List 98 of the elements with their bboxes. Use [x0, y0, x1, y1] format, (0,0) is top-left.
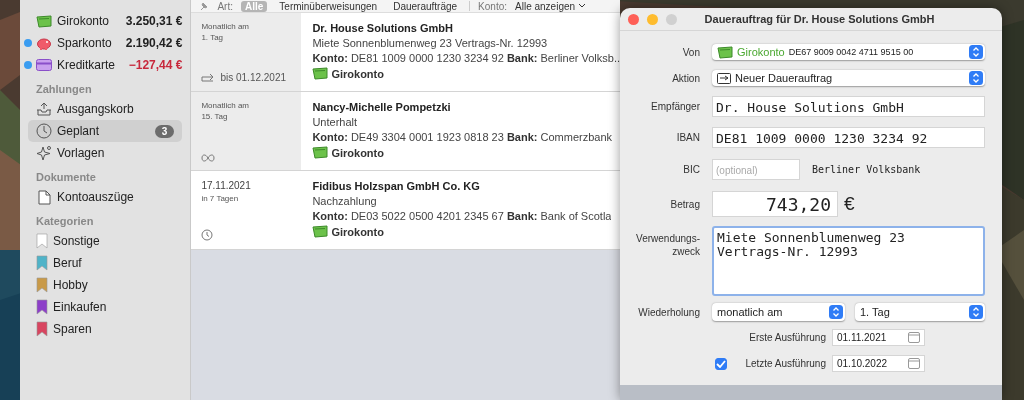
- filter-label: Art:: [217, 0, 233, 12]
- payment-row[interactable]: Monatlich am 1. Tag bis 01.12.2021 Dr. House Solutions GmbH Miete Sonnenblumenweg 23 Vertrags-Nr. 12993 Konto: DE81 1009 0000 1230 3234 92 Bank: Berliner Volksb.. Girokonto: [191, 13, 620, 92]
- account-popup[interactable]: Girokonto DE67 9009 0042 4711 9515 00: [712, 44, 985, 60]
- purpose-text: Unterhalt: [312, 116, 359, 128]
- schedule-text: Monatlich am: [201, 100, 250, 111]
- schedule-text: 17.11.2021: [201, 179, 252, 193]
- field-label: Wiederholung: [637, 306, 700, 318]
- field-label: Erste Ausführung: [749, 332, 826, 343]
- section-heading: Zahlungen: [36, 82, 93, 97]
- filter-option[interactable]: Daueraufträge: [389, 0, 462, 12]
- sidebar-account[interactable]: Sparkonto 2.190,42 €: [20, 32, 183, 54]
- stepper-icon: [969, 45, 983, 59]
- infinity-icon: [201, 154, 216, 162]
- sidebar-account[interactable]: Kreditkarte −127,44 €: [20, 54, 183, 76]
- sidebar-account[interactable]: Girokonto 3.250,31 €: [20, 10, 183, 32]
- date-field[interactable]: 01.11.2021: [832, 329, 925, 346]
- account-details: Konto: DE49 3304 0001 1923 0818 23 Bank: Commerzbank: [312, 131, 613, 143]
- field-label: IBAN: [675, 132, 700, 143]
- account-details: Konto: DE81 1009 0000 1230 3234 92 Bank: Berliner Volksb..: [312, 52, 620, 64]
- sidebar-item[interactable]: Ausgangskorb: [28, 98, 183, 120]
- account-name: Sparkonto: [57, 36, 113, 50]
- account-balance: 2.190,42 €: [125, 36, 183, 50]
- field-label: Aktion: [671, 72, 700, 84]
- stepper-icon: [969, 71, 983, 85]
- sidebar-item[interactable]: Beruf: [28, 252, 183, 274]
- account-name: Girokonto: [331, 225, 384, 238]
- minimize-button[interactable]: [647, 13, 658, 25]
- account-name: Girokonto: [331, 67, 384, 80]
- text-field[interactable]: DE81 1009 0000 1230 3234 92: [712, 127, 985, 148]
- sidebar-item[interactable]: Geplant 3: [28, 120, 183, 142]
- interval-popup[interactable]: monatlich am: [712, 303, 845, 321]
- account-balance: −127,44 €: [128, 58, 183, 72]
- pin-icon: [199, 1, 210, 11]
- field-label: Letzte Ausführung: [745, 358, 826, 369]
- schedule-note: in 7 Tagen: [201, 193, 240, 204]
- checkmark-icon: [716, 359, 726, 368]
- payee-name: Nancy-Michelle Pompetzki: [312, 101, 452, 113]
- text-field[interactable]: Dr. House Solutions GmbH: [712, 96, 985, 117]
- payee-name: Fidibus Holzspan GmbH Co. KG: [312, 180, 481, 192]
- field-label: Von: [681, 46, 700, 58]
- field-label: BIC: [682, 164, 700, 175]
- schedule-text: Monatlich am: [201, 21, 250, 32]
- credit-card-icon: [36, 59, 52, 71]
- piggy-bank-icon: [36, 36, 52, 50]
- purpose-text: Miete Sonnenblumenweg 23 Vertrags-Nr. 12993: [312, 37, 549, 49]
- purpose-field[interactable]: Miete Sonnenblumenweg 23 Vertrags-Nr. 12993: [712, 226, 985, 296]
- card-icon: [312, 225, 329, 238]
- window-title: Dauerauftrag für Dr. House Solutions GmbH: [703, 13, 936, 25]
- card-icon: [717, 45, 733, 59]
- field-label: Verwendungs- zweck: [635, 232, 700, 258]
- filter-option[interactable]: Terminüberweisungen: [275, 0, 382, 12]
- field-label: Empfänger: [650, 101, 700, 112]
- close-button[interactable]: [628, 13, 639, 25]
- sidebar-item[interactable]: Einkaufen: [28, 296, 183, 318]
- day-popup[interactable]: 1. Tag: [855, 303, 985, 321]
- schedule-note: 1. Tag: [201, 32, 225, 43]
- end-date: bis 01.12.2021: [220, 72, 287, 83]
- section-heading: Kategorien: [36, 214, 95, 229]
- calendar-icon: [908, 332, 920, 343]
- stepper-icon: [829, 305, 843, 319]
- zoom-button[interactable]: [666, 13, 677, 25]
- document-icon: [36, 189, 52, 205]
- account-balance: 3.250,31 €: [125, 14, 183, 28]
- sidebar-item[interactable]: Sparen: [28, 318, 183, 340]
- calendar-icon: [908, 358, 920, 369]
- sidebar-item[interactable]: Hobby: [28, 274, 183, 296]
- sparkle-icon: [36, 145, 52, 161]
- purpose-text: Nachzahlung: [312, 195, 378, 207]
- account-name: Girokonto: [57, 14, 111, 28]
- checkbox[interactable]: [715, 357, 727, 370]
- card-icon: [36, 14, 52, 28]
- currency-symbol: €: [844, 193, 855, 215]
- clock-icon: [201, 229, 214, 241]
- account-details: Konto: DE03 5022 0500 4201 2345 67 Bank: Bank of Scotla: [312, 210, 612, 222]
- schedule-note: 15. Tag: [201, 111, 229, 122]
- account-filter[interactable]: Alle anzeigen: [515, 0, 587, 12]
- account-name: Girokonto: [331, 146, 384, 159]
- arrow-icon: [201, 73, 216, 82]
- sidebar-item[interactable]: Vorlagen: [28, 142, 183, 164]
- action-popup[interactable]: Neuer Dauerauftrag: [712, 70, 985, 86]
- payee-name: Dr. House Solutions GmbH: [312, 22, 454, 34]
- payment-row[interactable]: Monatlich am 15. Tag Nancy-Michelle Pompetzki Unterhalt Konto: DE49 3304 0001 1923 0818 23 Bank: Commerzbank Girokonto: [191, 92, 620, 171]
- payment-row[interactable]: 17.11.2021 in 7 Tagen Fidibus Holzspan GmbH Co. KG Nachzahlung Konto: DE03 5022 0500 4201 2345 67 Bank: Bank of Scotla Girokonto: [191, 171, 620, 250]
- card-icon: [312, 146, 329, 159]
- chevron-icon: [578, 3, 587, 9]
- section-heading: Dokumente: [36, 170, 97, 185]
- date-field[interactable]: 01.10.2022: [832, 355, 925, 372]
- clock-icon: [36, 123, 52, 139]
- amount-field[interactable]: 743,20: [712, 191, 838, 217]
- sidebar-item[interactable]: Kontoauszüge: [28, 186, 183, 208]
- stepper-icon: [969, 305, 983, 319]
- count-badge: 3: [154, 124, 175, 138]
- field-label: Betrag: [669, 198, 700, 210]
- filter-label: Konto:: [478, 0, 508, 12]
- sidebar-item[interactable]: Sonstige: [28, 230, 183, 252]
- card-icon: [312, 67, 329, 80]
- account-name: Kreditkarte: [57, 58, 117, 72]
- bank-name: Berliner Volksbank: [812, 164, 921, 175]
